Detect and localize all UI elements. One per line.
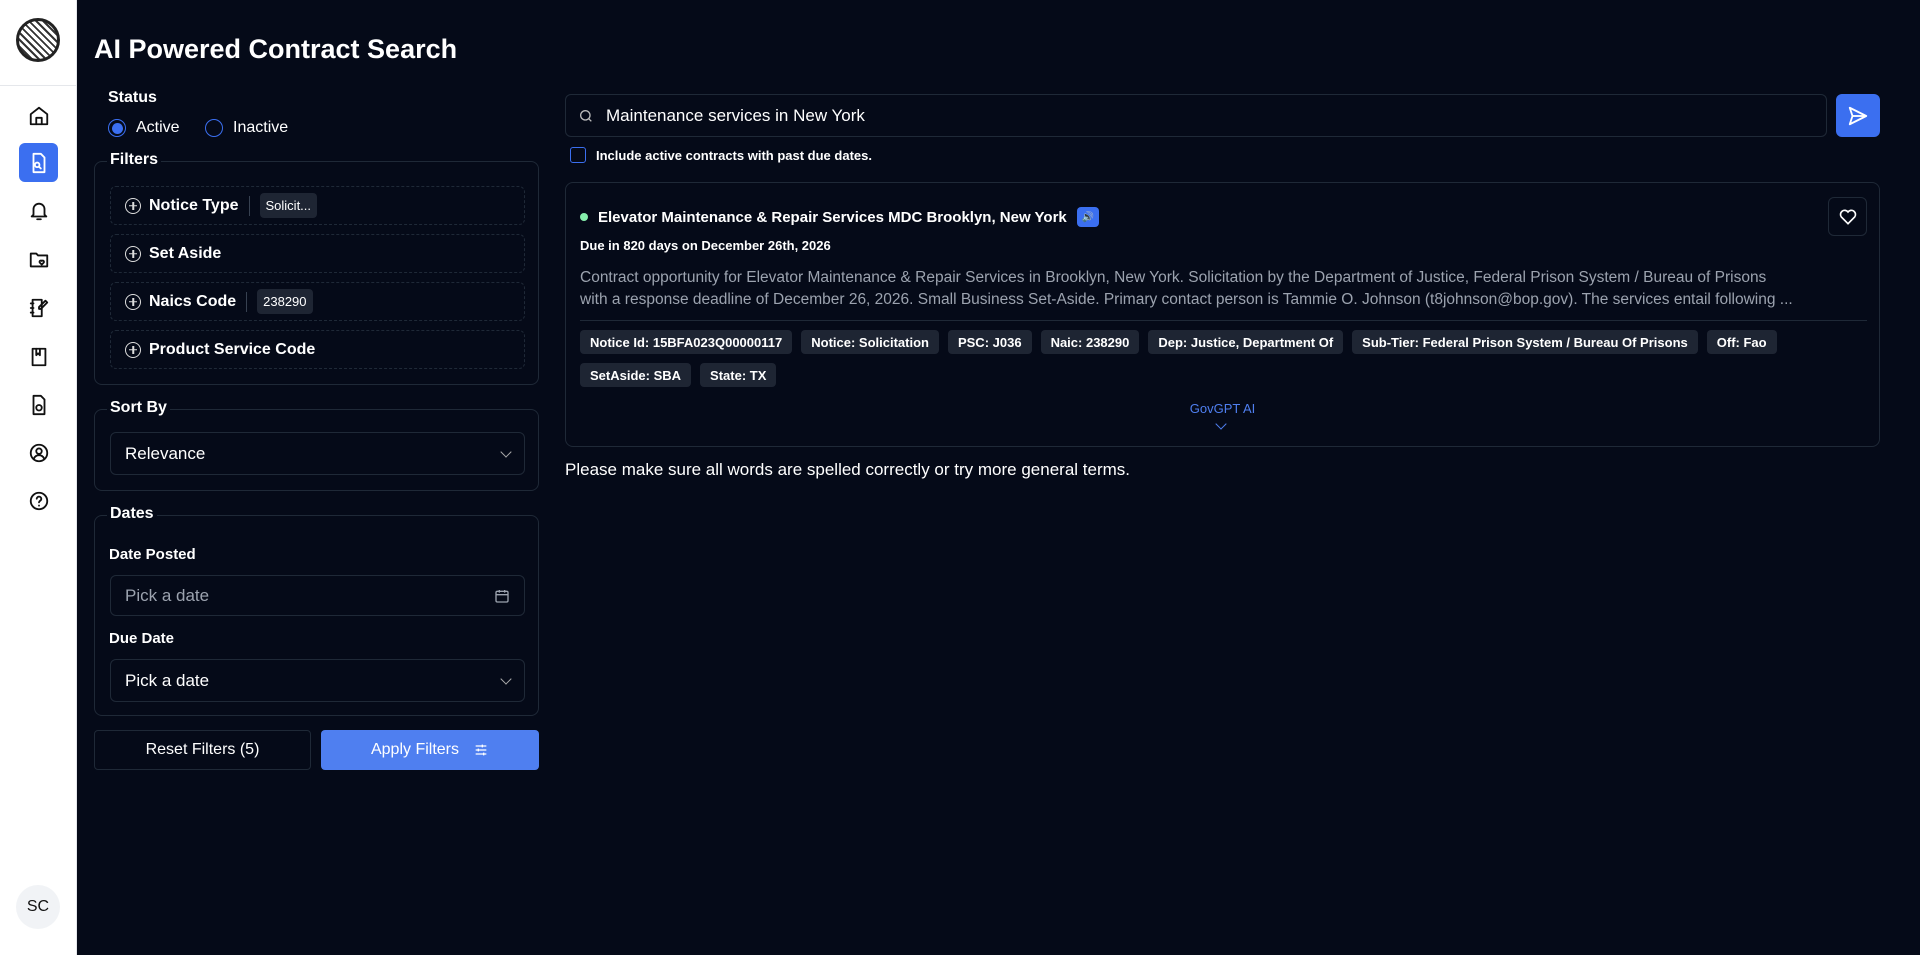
dates-group: Dates Date Posted Pick a date Due Date P… [94,505,539,716]
divider [580,320,1867,321]
date-posted-label: Date Posted [109,546,196,563]
due-date-select[interactable]: Pick a date [110,659,525,702]
tag: Sub-Tier: Federal Prison System / Bureau… [1352,330,1698,354]
checkbox-label: Include active contracts with past due d… [596,147,872,163]
speaker-icon[interactable]: 🔊 [1076,207,1099,227]
result-card[interactable]: Elevator Maintenance & Repair Services M… [565,182,1880,447]
desc-line: Contract opportunity for Elevator Mainte… [580,269,1767,286]
result-tags: Notice Id: 15BFA023Q00000117 Notice: Sol… [580,330,1870,387]
folder-heart-icon[interactable] [19,240,58,279]
divider [0,85,77,86]
apply-label: Apply Filters [370,741,460,758]
sort-label: Sort By [107,399,170,417]
status-label: Status [108,89,157,106]
active-status-dot [580,213,588,221]
radio-icon [205,119,223,137]
radio-label: Active [136,119,180,136]
filter-product-service-code[interactable]: Product Service Code [110,330,525,369]
search-hint-message: Please make sure all words are spelled c… [565,460,1130,479]
bell-icon[interactable] [19,191,58,230]
filter-label: Naics Code [149,292,237,310]
tag: Notice: Solicitation [801,330,939,354]
favorite-button[interactable] [1828,197,1867,236]
due-date-value: Pick a date [125,670,210,690]
sort-group: Sort By Relevance [94,399,539,491]
sort-select[interactable]: Relevance [110,432,525,475]
page-title: AI Powered Contract Search [94,34,458,64]
date-placeholder: Pick a date [125,585,210,605]
send-icon [1848,106,1868,125]
filters-group: Filters Notice Type Solicit... Set Aside … [94,151,539,385]
search-value: Maintenance services in New York [606,105,865,125]
status-inactive-radio[interactable]: Inactive [205,119,288,137]
filter-label: Product Service Code [149,340,316,358]
include-past-due-checkbox[interactable]: Include active contracts with past due d… [570,147,872,163]
sort-value: Relevance [125,443,206,463]
plus-circle-icon [125,293,141,310]
dates-label: Dates [107,505,157,523]
chevron-down-icon [500,445,512,458]
reset-filters-button[interactable]: Reset Filters (5) [94,730,311,770]
tag: Naic: 238290 [1040,330,1140,354]
brain-logo-icon[interactable] [16,18,60,62]
plus-circle-icon [125,245,141,262]
search-input[interactable]: Maintenance services in New York [565,94,1827,137]
plus-circle-icon [125,341,141,358]
filter-naics-code[interactable]: Naics Code 238290 [110,282,525,321]
govgpt-ai-toggle[interactable]: GovGPT AI [566,401,1879,416]
plus-circle-icon [125,197,141,214]
chevron-down-icon [500,672,512,685]
document-refresh-icon[interactable] [19,385,58,424]
reset-label: Reset Filters (5) [145,741,260,758]
sliders-icon [475,744,487,756]
contract-search-icon[interactable] [19,143,58,182]
help-circle-icon[interactable] [19,481,58,520]
book-icon[interactable] [19,337,58,376]
date-posted-input[interactable]: Pick a date [110,575,525,616]
home-icon[interactable] [19,96,58,135]
sidebar: SC [0,0,77,955]
tag: Off: Fao [1706,330,1777,354]
result-title[interactable]: Elevator Maintenance & Repair Services M… [598,209,1067,226]
tag: Dep: Justice, Department Of [1148,330,1344,354]
avatar[interactable]: SC [16,885,60,929]
tag: SetAside: SBA [580,363,692,387]
due-date-label: Due Date [109,630,175,647]
tag: Notice Id: 15BFA023Q00000117 [580,330,793,354]
checkbox-icon [570,147,586,163]
user-circle-icon[interactable] [19,433,58,472]
send-button[interactable] [1836,94,1880,137]
apply-filters-button[interactable]: Apply Filters [321,730,539,770]
status-active-radio[interactable]: Active [108,119,180,137]
filter-value-chip: Solicit... [259,193,318,218]
chevron-down-icon[interactable] [1215,418,1227,430]
filter-label: Set Aside [149,244,222,262]
filters-label: Filters [107,151,162,169]
filter-notice-type[interactable]: Notice Type Solicit... [110,186,525,225]
notebook-pen-icon[interactable] [19,288,58,327]
filter-set-aside[interactable]: Set Aside [110,234,525,273]
filter-label: Notice Type [149,196,239,214]
divider [248,195,250,216]
tag: State: TX [700,363,777,387]
result-due-date: Due in 820 days on December 26th, 2026 [580,238,831,253]
calendar-icon [495,589,509,603]
desc-line: with a response deadline of December 26,… [580,291,1793,308]
search-icon [580,109,592,122]
divider [246,291,248,312]
radio-label: Inactive [233,119,289,136]
filter-value-chip: 238290 [257,289,313,314]
heart-icon [1839,209,1856,225]
result-description: Contract opportunity for Elevator Mainte… [580,267,1870,311]
radio-icon [108,119,126,137]
tag: PSC: J036 [947,330,1032,354]
